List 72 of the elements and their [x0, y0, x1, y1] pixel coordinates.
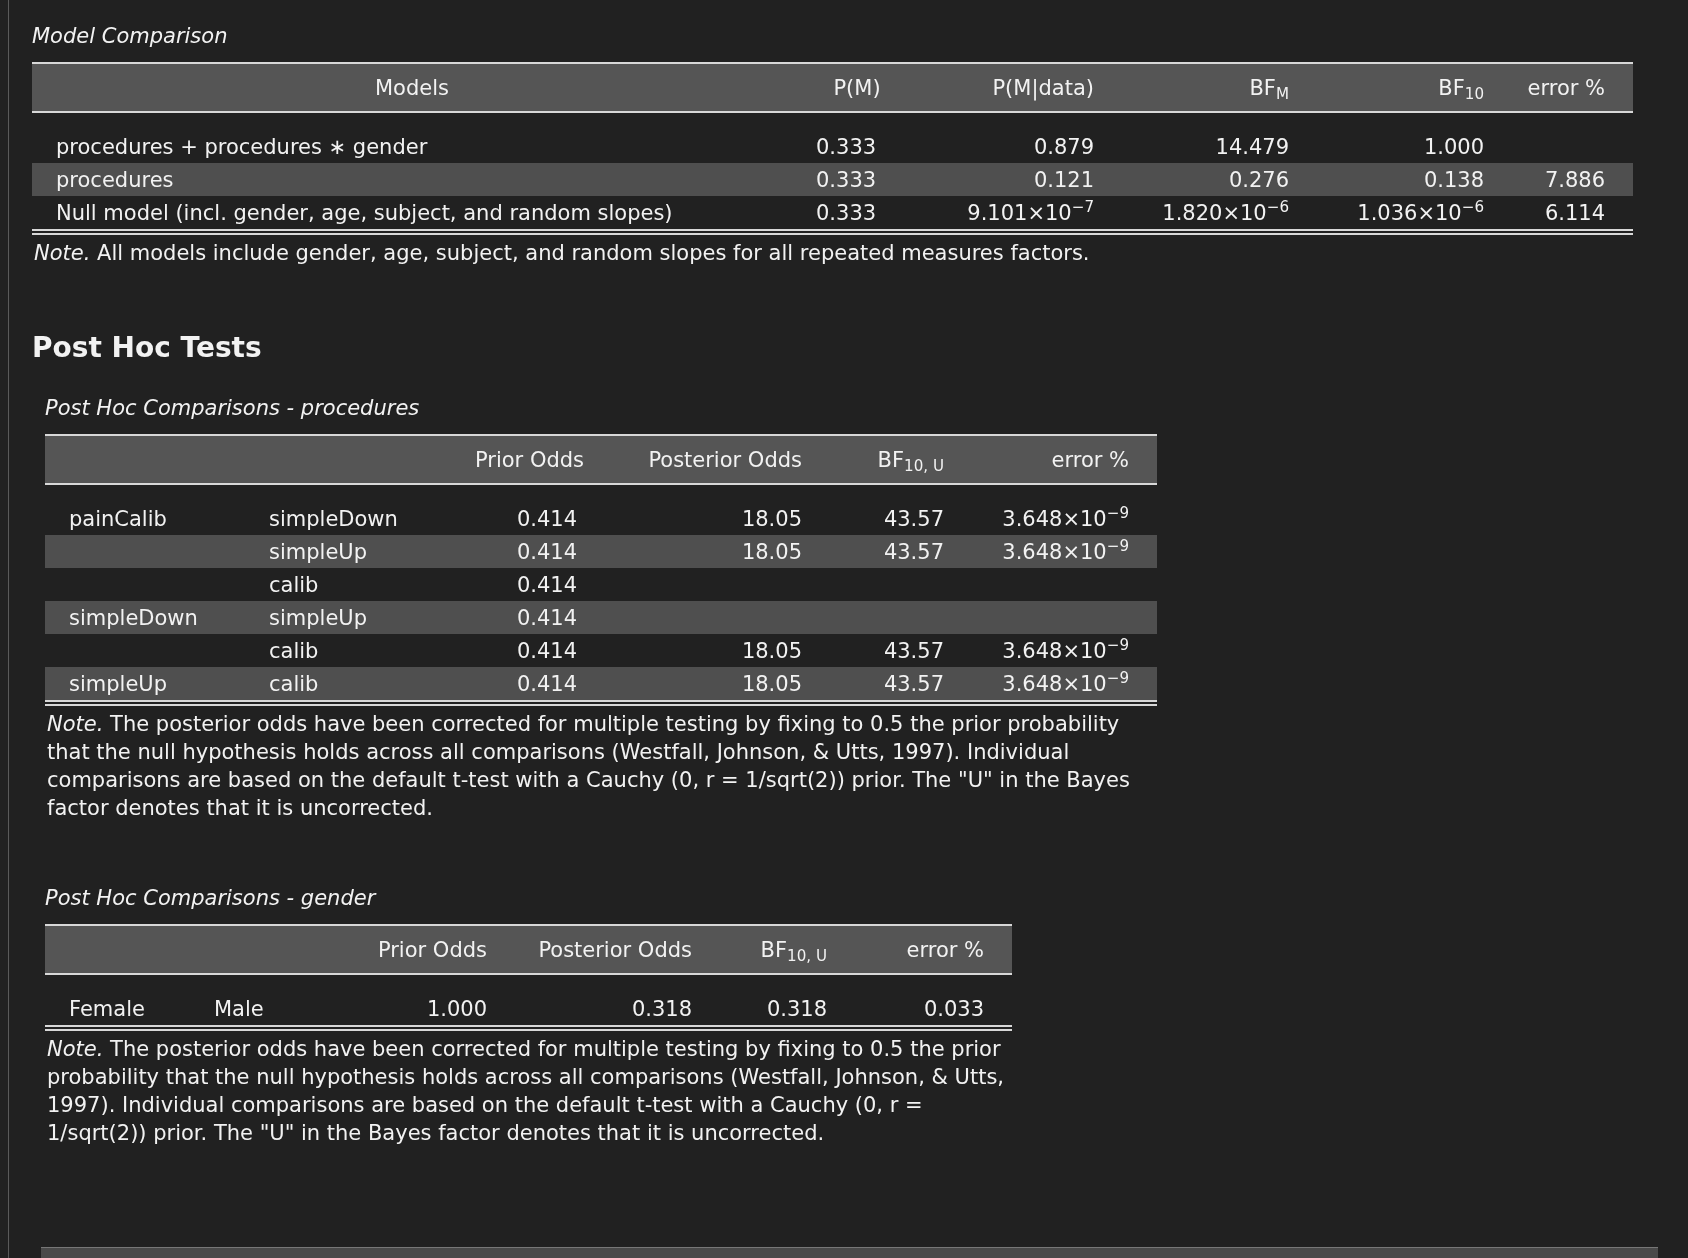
table-cell: 0.414 — [516, 572, 577, 597]
column-header: BF$_{M}$ — [1249, 75, 1289, 100]
table-cell: procedures — [56, 167, 174, 192]
table-cell: simpleUp — [269, 539, 368, 564]
table-cell: 0.414 — [516, 539, 577, 564]
table-cell: simpleDown — [269, 506, 398, 531]
column-header: P(M) — [833, 75, 881, 100]
table-cell: 3.648×10$^{−9}$ — [1002, 506, 1129, 531]
table-cell: calib — [269, 572, 319, 597]
table-cell: 0.333 — [816, 167, 877, 192]
table-cell: 18.05 — [741, 671, 802, 696]
table-cell: Null model (incl. gender, age, subject, and random slopes) — [56, 200, 673, 225]
table-cell: Male — [214, 996, 264, 1021]
column-header: Posterior Odds — [648, 447, 802, 472]
table-cell: 0.138 — [1423, 167, 1484, 192]
column-header: Prior Odds — [475, 447, 585, 472]
table-cell: 3.648×10$^{−9}$ — [1002, 539, 1129, 564]
table-cell: calib — [269, 638, 319, 663]
horizontal-scrollbar[interactable] — [41, 1247, 1658, 1258]
table-cell: 0.276 — [1228, 167, 1289, 192]
table-cell: 0.033 — [923, 996, 984, 1021]
column-header: BF$_{10, U}$ — [877, 447, 944, 472]
table-cell: 43.57 — [883, 638, 944, 663]
table-note: Note. The posterior odds have been corrected for multiple testing by fixing to 0.5 the prior probability that the null hypothesis holds across all comparisons (Westfall, Johnson, & Utts, 1997). Individual comparisons are based on the default t-test with a Cauchy (0, r = 1/sqrt(2)) prior. The "U" in the Bayes factor denotes that it is uncorrected. — [47, 711, 1131, 822]
table-cell: 18.05 — [741, 638, 802, 663]
table-cell: 0.414 — [516, 506, 577, 531]
table-cell: 43.57 — [883, 539, 944, 564]
table-cell: procedures + procedures ∗ gender — [56, 134, 428, 159]
column-header: Posterior Odds — [538, 937, 692, 962]
column-header: BF$_{10, U}$ — [760, 937, 827, 962]
column-header: BF$_{10}$ — [1438, 75, 1484, 100]
table-note: Note. All models include gender, age, subject, and random slopes for all repeated measures factors. — [34, 240, 1091, 267]
table-title: Post Hoc Comparisons - gender — [45, 885, 378, 912]
table-title: Post Hoc Comparisons - procedures — [45, 395, 421, 422]
column-header: P(M|data) — [992, 75, 1094, 100]
column-header: error % — [906, 937, 984, 962]
table-cell: 43.57 — [883, 671, 944, 696]
table-cell: 0.333 — [816, 200, 877, 225]
column-header: Prior Odds — [377, 937, 487, 962]
table-cell: simpleUp — [269, 605, 368, 630]
table-cell: painCalib — [69, 506, 167, 531]
table-title: Model Comparison — [32, 23, 229, 50]
table-cell: 7.886 — [1544, 167, 1605, 192]
table-cell: 0.879 — [1033, 134, 1094, 159]
table-note: Note. The posterior odds have been corrected for multiple testing by fixing to 0.5 the prior probability that the null hypothesis holds across all comparisons (Westfall, Johnson, & Utts, 1997). Individual comparisons are based on the default t-test with a Cauchy (0, r = 1/sqrt(2)) prior. The "U" in the Bayes factor denotes that it is uncorrected. — [47, 1036, 1005, 1147]
table-cell: 0.318 — [766, 996, 827, 1021]
table-cell: 1.820×10$^{−6}$ — [1162, 200, 1289, 225]
table-cell: 0.318 — [631, 996, 692, 1021]
table-cell: 0.333 — [816, 134, 877, 159]
table-cell: 14.479 — [1215, 134, 1289, 159]
column-header: Models — [375, 75, 449, 100]
table-cell: 6.114 — [1544, 200, 1605, 225]
column-header: error % — [1051, 447, 1129, 472]
table-cell: Female — [69, 996, 145, 1021]
table-cell: 0.414 — [516, 605, 577, 630]
table-cell: 18.05 — [741, 506, 802, 531]
table-cell: 0.414 — [516, 638, 577, 663]
table-cell: 1.036×10$^{−6}$ — [1357, 200, 1484, 225]
table-cell: 1.000 — [1423, 134, 1484, 159]
table-cell: 9.101×10$^{−7}$ — [967, 200, 1094, 225]
section-heading: Post Hoc Tests — [32, 331, 263, 364]
table-cell: 1.000 — [426, 996, 487, 1021]
table-cell: simpleDown — [69, 605, 198, 630]
table-cell: 3.648×10$^{−9}$ — [1002, 638, 1129, 663]
table-cell: calib — [269, 671, 319, 696]
table-cell: 43.57 — [883, 506, 944, 531]
table-cell: 3.648×10$^{−9}$ — [1002, 671, 1129, 696]
table-cell: 0.414 — [516, 671, 577, 696]
column-header: error % — [1527, 75, 1605, 100]
table-cell: simpleUp — [69, 671, 168, 696]
table-cell: 18.05 — [741, 539, 802, 564]
table-cell: 0.121 — [1033, 167, 1094, 192]
